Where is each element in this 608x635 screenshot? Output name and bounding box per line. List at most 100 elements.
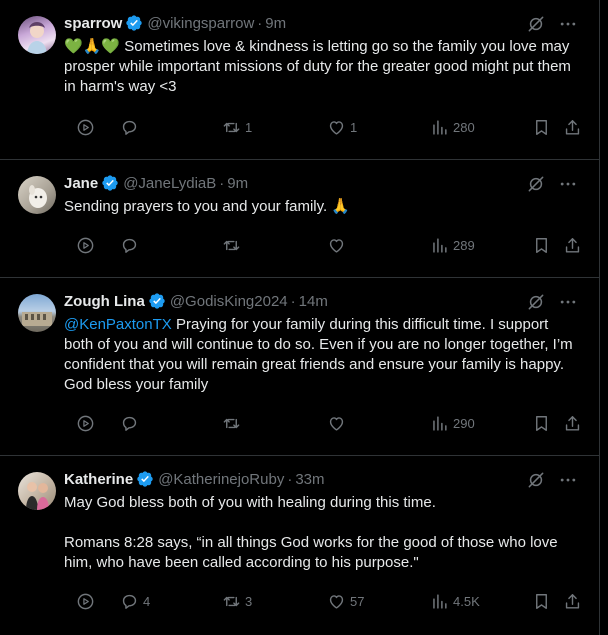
verified-badge-icon <box>125 14 143 32</box>
reply-icon <box>120 592 139 611</box>
bookmark-icon <box>532 236 551 255</box>
retweet-button[interactable]: 1 <box>222 118 252 137</box>
display-name[interactable]: sparrow <box>64 15 122 32</box>
tweet-header: Zough Lina @GodisKing2024 · 14m <box>64 292 328 310</box>
timestamp[interactable]: 9m <box>265 15 286 32</box>
views-button[interactable]: 290 <box>430 414 475 433</box>
reply-button[interactable]: 4 <box>120 592 150 611</box>
share-button[interactable] <box>563 592 582 611</box>
mention-link[interactable]: @KenPaxtonTX <box>64 316 172 333</box>
bookmark-button[interactable] <box>532 414 551 433</box>
play-button[interactable] <box>76 236 95 255</box>
avatar[interactable] <box>18 294 56 332</box>
share-icon <box>563 118 582 137</box>
tweet[interactable]: Jane @JaneLydiaB · 9m Sending prayers to… <box>0 160 600 278</box>
play-button[interactable] <box>76 414 95 433</box>
more-icon[interactable] <box>558 292 578 312</box>
user-handle[interactable]: @JaneLydiaB <box>123 175 216 192</box>
tweet-top-icons <box>526 470 578 490</box>
more-icon[interactable] <box>558 174 578 194</box>
tweet-text: May God bless both of you with healing d… <box>64 493 574 573</box>
play-button[interactable] <box>76 592 95 611</box>
more-icon[interactable] <box>558 14 578 34</box>
user-handle[interactable]: @KatherinejoRuby <box>158 471 284 488</box>
tweet-actions: 290 <box>64 414 584 436</box>
avatar[interactable] <box>18 16 56 54</box>
like-button[interactable] <box>327 236 350 255</box>
separator-dot: · <box>290 292 296 310</box>
tweet-actions: 4 3 57 4.5K <box>64 592 584 614</box>
play-icon <box>76 414 95 433</box>
display-name[interactable]: Zough Lina <box>64 293 145 310</box>
bookmark-icon <box>532 414 551 433</box>
bookmark-button[interactable] <box>532 118 551 137</box>
views-count: 289 <box>453 238 475 253</box>
display-name[interactable]: Jane <box>64 175 98 192</box>
retweet-count: 1 <box>245 120 253 135</box>
retweet-button[interactable]: 3 <box>222 592 252 611</box>
like-count: 57 <box>350 594 365 609</box>
user-handle[interactable]: @vikingsparrow <box>147 15 254 32</box>
verified-badge-icon <box>148 292 166 310</box>
like-button[interactable]: 57 <box>327 592 364 611</box>
share-button[interactable] <box>563 236 582 255</box>
tweet-text-content-2: Romans 8:28 says, “in all things God wor… <box>64 534 558 571</box>
bookmark-button[interactable] <box>532 236 551 255</box>
timestamp[interactable]: 33m <box>295 471 324 488</box>
timestamp[interactable]: 14m <box>299 293 328 310</box>
grok-icon[interactable] <box>526 174 546 194</box>
verified-badge-icon <box>136 470 154 488</box>
tweet-text-content: 💚🙏💚 Sometimes love & kindness is letting… <box>64 38 571 95</box>
reply-icon <box>120 236 139 255</box>
tweet-header: Katherine @KatherinejoRuby · 33m <box>64 470 325 488</box>
share-button[interactable] <box>563 414 582 433</box>
play-button[interactable] <box>76 118 95 137</box>
retweet-icon <box>222 414 241 433</box>
like-button[interactable] <box>327 414 350 433</box>
like-icon <box>327 592 346 611</box>
bookmark-button[interactable] <box>532 592 551 611</box>
tweet[interactable]: Katherine @KatherinejoRuby · 33m May God… <box>0 456 600 635</box>
grok-icon[interactable] <box>526 14 546 34</box>
views-count: 290 <box>453 416 475 431</box>
grok-icon[interactable] <box>526 470 546 490</box>
avatar[interactable] <box>18 176 56 214</box>
reply-icon <box>120 118 139 137</box>
reply-button[interactable] <box>120 236 143 255</box>
retweet-button[interactable] <box>222 236 245 255</box>
reply-button[interactable] <box>120 414 143 433</box>
tweet[interactable]: Zough Lina @GodisKing2024 · 14m @KenPaxt… <box>0 278 600 456</box>
play-icon <box>76 236 95 255</box>
tweet-top-icons <box>526 174 578 194</box>
reply-button[interactable] <box>120 118 143 137</box>
like-button[interactable]: 1 <box>327 118 357 137</box>
share-icon <box>563 592 582 611</box>
tweet-text-content: Sending prayers to you and your family. … <box>64 198 351 215</box>
separator-dot: · <box>287 470 293 488</box>
tweet-text: Sending prayers to you and your family. … <box>64 197 574 217</box>
bookmark-icon <box>532 592 551 611</box>
views-button[interactable]: 289 <box>430 236 475 255</box>
views-button[interactable]: 280 <box>430 118 475 137</box>
separator-dot: · <box>257 14 263 32</box>
tweet[interactable]: sparrow @vikingsparrow · 9m 💚🙏💚 Sometime… <box>0 0 600 160</box>
grok-icon[interactable] <box>526 292 546 312</box>
verified-badge-icon <box>101 174 119 192</box>
share-icon <box>563 414 582 433</box>
user-handle[interactable]: @GodisKing2024 <box>170 293 288 310</box>
timestamp[interactable]: 9m <box>227 175 248 192</box>
tweet-text-content: May God bless both of you with healing d… <box>64 494 436 511</box>
views-count: 280 <box>453 120 475 135</box>
retweet-button[interactable] <box>222 414 245 433</box>
play-icon <box>76 592 95 611</box>
like-icon <box>327 414 346 433</box>
more-icon[interactable] <box>558 470 578 490</box>
display-name[interactable]: Katherine <box>64 471 133 488</box>
play-icon <box>76 118 95 137</box>
views-icon <box>430 414 449 433</box>
retweet-icon <box>222 592 241 611</box>
avatar[interactable] <box>18 472 56 510</box>
share-button[interactable] <box>563 118 582 137</box>
views-icon <box>430 236 449 255</box>
views-button[interactable]: 4.5K <box>430 592 480 611</box>
